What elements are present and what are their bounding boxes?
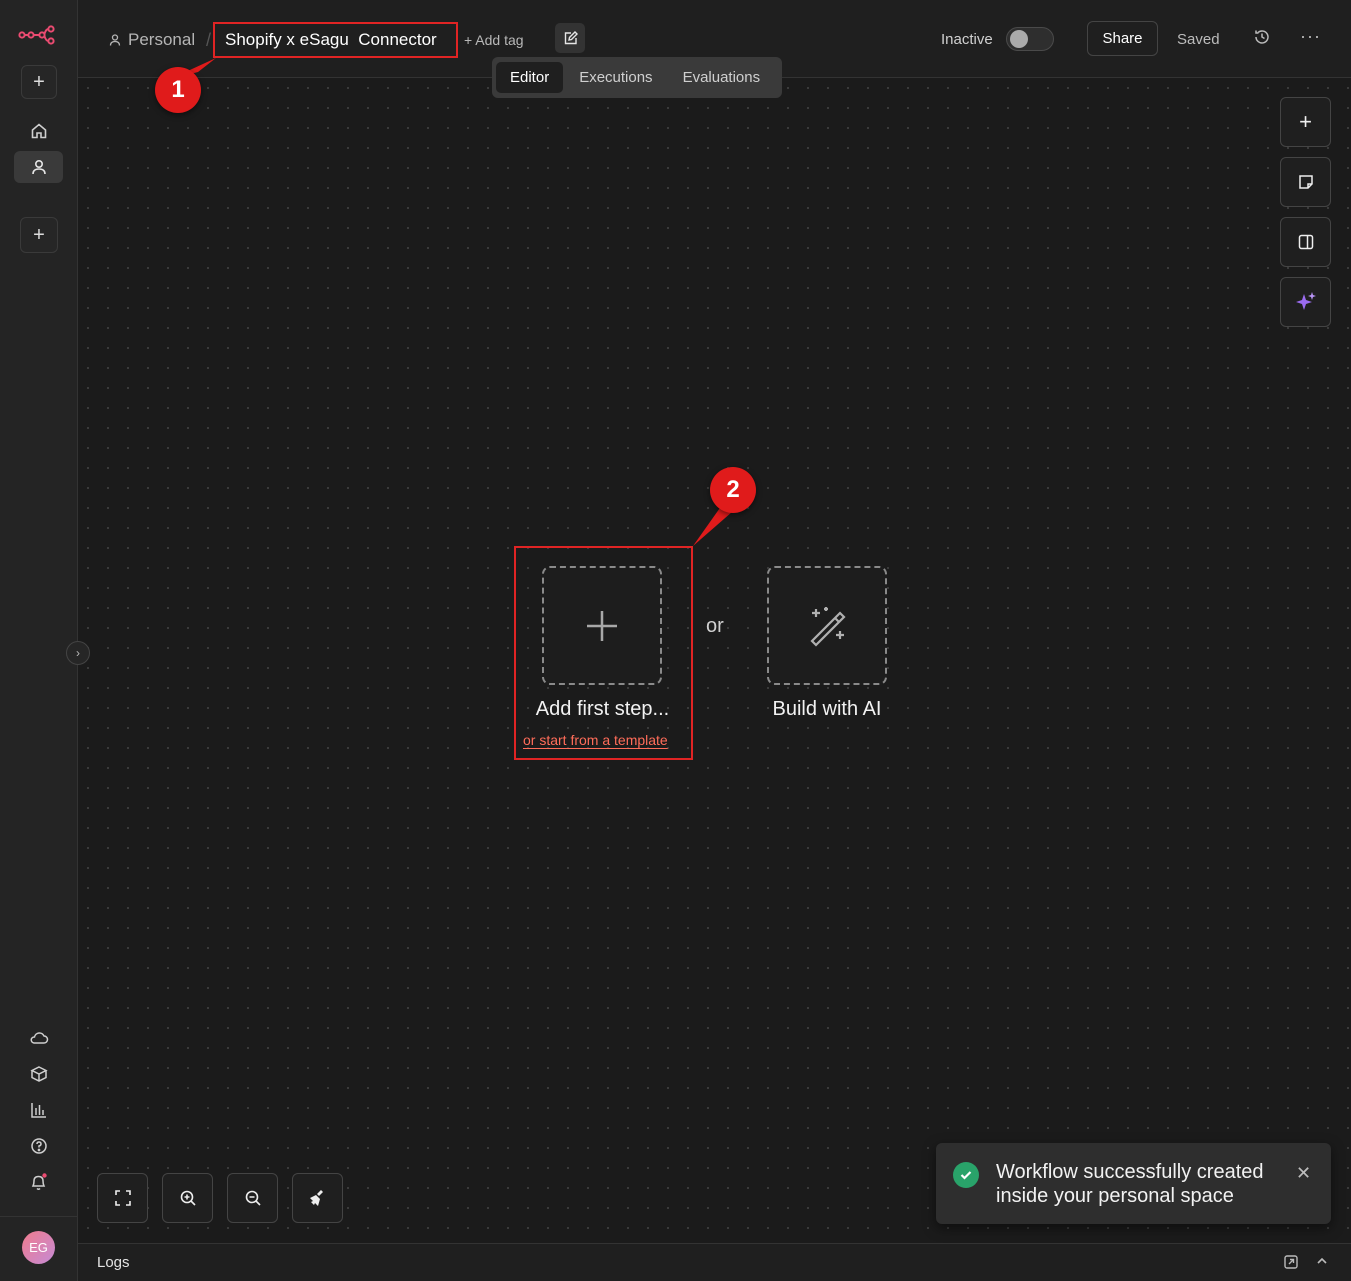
sidebar-item-templates[interactable] bbox=[14, 1058, 63, 1090]
sidebar-item-personal[interactable] bbox=[14, 151, 63, 183]
edit-description-button[interactable] bbox=[555, 23, 585, 53]
pop-out-icon[interactable] bbox=[1283, 1254, 1299, 1270]
annotation-badge-1: 1 bbox=[155, 67, 201, 113]
open-nodes-panel-button[interactable]: + bbox=[1280, 97, 1331, 147]
expand-sidebar-button[interactable]: › bbox=[66, 641, 90, 665]
close-icon[interactable]: ✕ bbox=[1296, 1163, 1311, 1184]
zoom-out-button[interactable] bbox=[227, 1173, 278, 1223]
breadcrumb-personal[interactable]: Personal bbox=[108, 30, 195, 50]
avatar[interactable]: EG bbox=[22, 1231, 55, 1264]
plus-icon: + bbox=[33, 224, 45, 246]
panel-icon bbox=[1298, 234, 1313, 250]
active-toggle[interactable] bbox=[1006, 27, 1054, 51]
view-tabs: Editor Executions Evaluations bbox=[492, 57, 782, 98]
sparkle-icon bbox=[1295, 292, 1316, 310]
plus-icon: + bbox=[33, 71, 45, 93]
more-options-icon[interactable]: ··· bbox=[1300, 26, 1321, 47]
zoom-out-icon bbox=[245, 1190, 261, 1206]
magic-wand-icon bbox=[810, 606, 846, 647]
success-toast: Workflow successfully created inside you… bbox=[936, 1143, 1331, 1224]
workflow-name[interactable]: Shopify x eSagu Connector bbox=[213, 22, 458, 58]
sidebar-item-notifications[interactable] bbox=[14, 1166, 63, 1198]
logs-bar[interactable]: Logs bbox=[78, 1243, 1351, 1281]
home-icon bbox=[31, 123, 46, 139]
workflow-canvas[interactable] bbox=[78, 78, 1351, 1243]
save-status: Saved bbox=[1177, 31, 1220, 48]
sidebar-item-insights[interactable] bbox=[14, 1094, 63, 1126]
create-button[interactable]: + bbox=[21, 65, 57, 99]
cloud-icon bbox=[30, 1032, 48, 1044]
tab-evaluations[interactable]: Evaluations bbox=[669, 62, 775, 93]
edit-icon bbox=[564, 30, 578, 44]
build-with-ai-label: Build with AI bbox=[772, 698, 882, 720]
tab-executions[interactable]: Executions bbox=[565, 62, 666, 93]
logs-actions bbox=[1283, 1254, 1329, 1270]
chevron-right-icon: › bbox=[76, 646, 80, 660]
workflow-status-label: Inactive bbox=[941, 31, 993, 48]
fullscreen-icon bbox=[114, 1190, 131, 1206]
or-separator: or bbox=[706, 615, 724, 637]
add-tag-button[interactable]: + Add tag bbox=[464, 32, 524, 48]
toast-message: Workflow successfully created inside you… bbox=[996, 1161, 1264, 1207]
box-icon bbox=[29, 1066, 48, 1082]
start-from-template-link[interactable]: or start from a template bbox=[523, 732, 668, 748]
sidebar-item-overview[interactable] bbox=[14, 115, 63, 147]
share-button[interactable]: Share bbox=[1087, 21, 1158, 56]
build-with-ai-button[interactable] bbox=[767, 566, 887, 685]
tidy-up-button[interactable] bbox=[292, 1173, 343, 1223]
zoom-in-button[interactable] bbox=[162, 1173, 213, 1223]
chevron-up-icon[interactable] bbox=[1315, 1254, 1329, 1268]
sidebar-item-help[interactable] bbox=[14, 1130, 63, 1162]
n8n-logo-icon[interactable] bbox=[18, 24, 56, 46]
sticky-note-icon bbox=[1298, 175, 1313, 189]
sidebar: + + EG bbox=[0, 0, 78, 1281]
breadcrumb-separator: / bbox=[206, 30, 212, 50]
help-icon bbox=[30, 1138, 47, 1154]
add-first-step-label: Add first step... bbox=[535, 698, 670, 720]
history-icon[interactable] bbox=[1253, 28, 1271, 46]
toggle-panel-button[interactable] bbox=[1280, 217, 1331, 267]
broom-icon bbox=[309, 1190, 323, 1206]
ai-assistant-button[interactable] bbox=[1280, 277, 1331, 327]
add-project-button[interactable]: + bbox=[20, 217, 58, 253]
zoom-in-icon bbox=[180, 1190, 196, 1206]
bell-icon bbox=[31, 1173, 47, 1190]
add-sticky-button[interactable] bbox=[1280, 157, 1331, 207]
plus-icon: + bbox=[1299, 109, 1312, 134]
annotation-badge-2: 2 bbox=[710, 467, 756, 513]
tab-editor[interactable]: Editor bbox=[496, 62, 564, 93]
logs-label: Logs bbox=[97, 1254, 130, 1271]
add-first-step-button[interactable] bbox=[542, 566, 662, 685]
sidebar-divider bbox=[0, 1216, 78, 1217]
plus-icon bbox=[587, 610, 617, 641]
user-icon bbox=[31, 159, 46, 175]
check-circle-icon bbox=[953, 1162, 979, 1188]
breadcrumb-personal-label: Personal bbox=[128, 30, 196, 49]
sidebar-item-cloud[interactable] bbox=[14, 1022, 63, 1054]
bar-chart-icon bbox=[30, 1103, 46, 1118]
fit-view-button[interactable] bbox=[97, 1173, 148, 1223]
user-icon bbox=[109, 34, 121, 46]
toggle-knob bbox=[1010, 30, 1028, 48]
